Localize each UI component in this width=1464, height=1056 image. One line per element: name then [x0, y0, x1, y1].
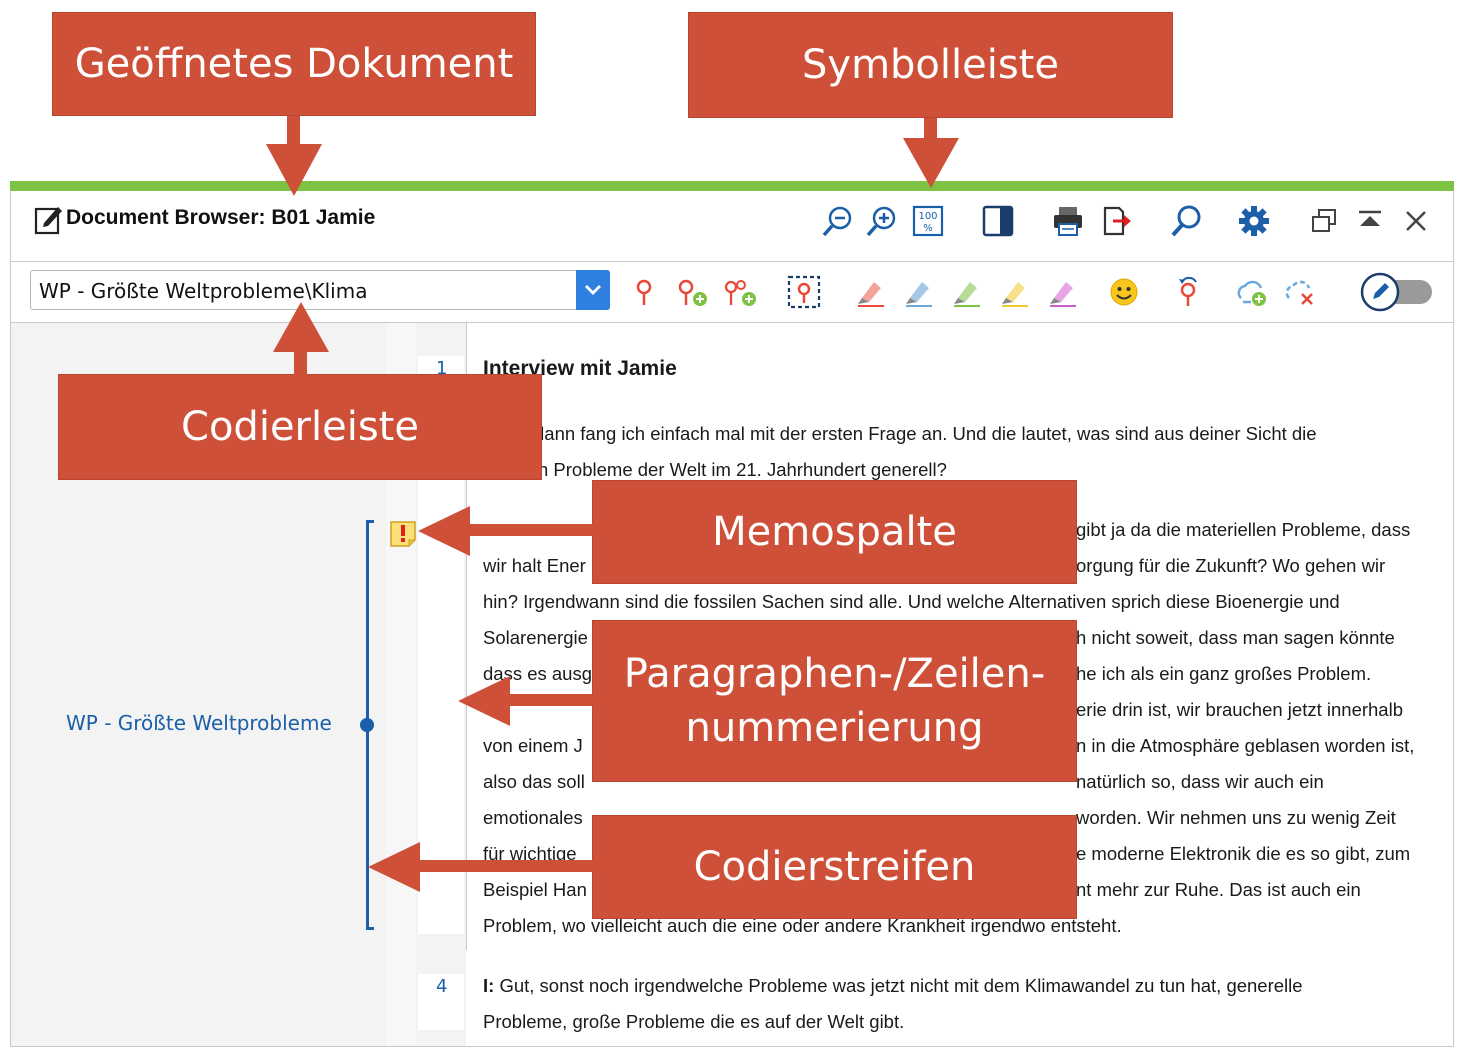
text-line: von einem J	[483, 735, 583, 756]
coding-stripe-label[interactable]: WP - Größte Weltprobleme	[66, 711, 332, 735]
undock-window-icon[interactable]	[1304, 201, 1344, 241]
text-line: also das soll	[483, 771, 585, 792]
memo-icon[interactable]	[389, 520, 417, 548]
highlight-blue-icon[interactable]	[900, 274, 936, 310]
svg-text:100: 100	[918, 211, 937, 222]
code-dropdown-value: WP - Größte Weltprobleme\Klima	[39, 279, 368, 303]
emoticode-smiley-icon[interactable]	[1106, 274, 1142, 310]
text-line: gibt ja da die materiellen Probleme, das…	[1076, 519, 1411, 540]
svg-text:%: %	[923, 223, 933, 234]
callout-arrow-head	[903, 138, 959, 188]
undo-coding-icon[interactable]	[1170, 274, 1206, 310]
callout-arrow-head	[368, 842, 420, 892]
callout-arrow-head	[418, 506, 470, 556]
highlight-yellow-icon[interactable]	[996, 274, 1032, 310]
text-line: emotionales	[483, 807, 583, 828]
callout-arrow-head	[458, 676, 510, 726]
zoom-in-icon[interactable]	[862, 201, 902, 241]
zoom-100-icon[interactable]: 100%	[908, 201, 948, 241]
callout-arrow-shaft	[924, 118, 937, 140]
text-line: dann fang ich einfach mal mit der ersten…	[534, 423, 1317, 444]
text-line: Solarenergie	[483, 627, 588, 648]
text-line: hin? Irgendwann sind die fossilen Sachen…	[483, 591, 1340, 612]
text-line: natürlich so, dass wir auch ein	[1076, 771, 1324, 792]
speaker-label: I:	[483, 975, 495, 996]
title-bar: Document Browser: B01 Jamie 100%	[10, 191, 1454, 261]
callout-arrow-shaft	[500, 694, 594, 706]
search-icon[interactable]	[1166, 201, 1206, 241]
text-line: Probleme, große Probleme die es auf der …	[483, 1011, 905, 1032]
callout-numbering-line1: Paragraphen-/Zeilen-	[623, 651, 1046, 697]
print-icon[interactable]	[1048, 201, 1088, 241]
callout-arrow-head	[266, 144, 322, 196]
text-line: n in die Atmosphäre geblasen worden ist,	[1076, 735, 1415, 756]
coding-bar: WP - Größte Weltprobleme\Klima	[10, 262, 1454, 322]
text-line: he ich als ein ganz großes Problem.	[1076, 663, 1372, 684]
text-line: n Probleme der Welt im 21. Jahrhundert g…	[538, 459, 947, 480]
new-code-icon[interactable]	[674, 274, 710, 310]
code-in-vivo-icon[interactable]	[786, 274, 822, 310]
chevron-down-icon[interactable]	[576, 270, 610, 310]
callout-memo-column: Memospalte	[592, 480, 1077, 584]
zoom-out-icon[interactable]	[818, 201, 858, 241]
document-edit-icon	[34, 203, 64, 235]
edit-mode-toggle[interactable]	[1360, 272, 1434, 312]
callout-codebar: Codierleiste	[58, 374, 542, 480]
export-icon[interactable]	[1096, 201, 1136, 241]
highlight-green-icon[interactable]	[948, 274, 984, 310]
coding-stripe-handle[interactable]	[360, 718, 374, 732]
settings-gear-icon[interactable]	[1234, 201, 1274, 241]
text-line: erie drin ist, wir brauchen jetzt innerh…	[1076, 699, 1403, 720]
text-line: wir halt Ener	[483, 555, 586, 576]
callout-numbering: Paragraphen-/Zeilen- nummerierung	[592, 620, 1077, 782]
text-line: orgung für die Zukunft? Wo gehen wir	[1076, 555, 1386, 576]
panel-toggle-icon[interactable]	[978, 201, 1018, 241]
text-line: worden. Wir nehmen uns zu wenig Zeit	[1076, 807, 1396, 828]
highlight-red-icon[interactable]	[852, 274, 888, 310]
close-icon[interactable]	[1396, 201, 1436, 241]
remove-link-icon[interactable]	[1282, 274, 1318, 310]
add-link-icon[interactable]	[1234, 274, 1270, 310]
callout-open-document: Geöffnetes Dokument	[52, 12, 536, 116]
text-line: e moderne Elektronik die es so gibt, zum	[1076, 843, 1411, 864]
callout-arrow-shaft	[412, 860, 594, 872]
text-content: Gut, sonst noch irgendwelche Probleme wa…	[499, 975, 1303, 996]
paragraph-number-4: 4	[436, 976, 448, 997]
code-with-new-code-icon[interactable]	[722, 274, 758, 310]
code-pin-icon[interactable]	[626, 274, 662, 310]
text-line: h nicht soweit, dass man sagen könnte	[1076, 627, 1395, 648]
text-line: Beispiel Han	[483, 879, 587, 900]
callout-numbering-line2: nummerierung	[685, 705, 984, 751]
callout-coding-stripes: Codierstreifen	[592, 815, 1077, 919]
collapse-up-icon[interactable]	[1350, 201, 1390, 241]
highlight-magenta-icon[interactable]	[1044, 274, 1080, 310]
text-line: nt mehr zur Ruhe. Das ist auch ein	[1076, 879, 1361, 900]
callout-arrow-shaft	[462, 524, 594, 536]
callout-toolbar: Symbolleiste	[688, 12, 1173, 118]
callout-arrow-shaft	[294, 348, 307, 376]
window-accent-bar	[10, 181, 1454, 191]
text-line: I: Gut, sonst noch irgendwelche Probleme…	[483, 975, 1303, 997]
callout-arrow-shaft	[287, 116, 300, 146]
callout-arrow-head	[273, 302, 329, 352]
window-title: Document Browser: B01 Jamie	[66, 206, 376, 229]
